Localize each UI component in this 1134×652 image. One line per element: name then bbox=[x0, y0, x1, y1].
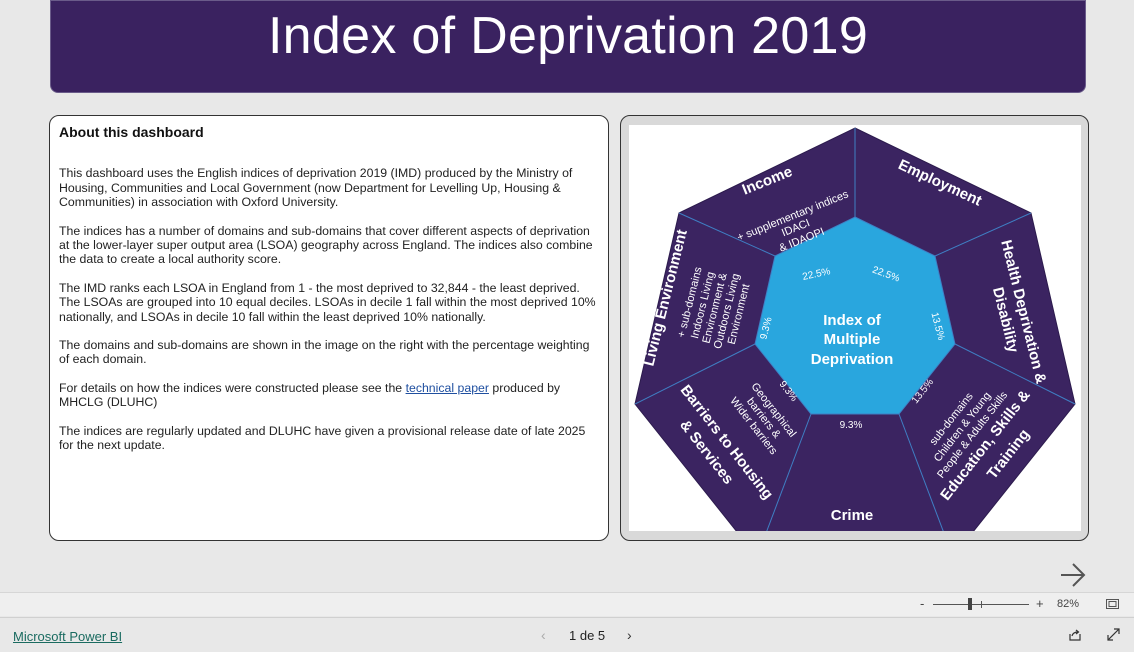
diagram-card: Index of Multiple Deprivation 22.5% 22.5… bbox=[620, 115, 1089, 541]
center-line-1: Index of bbox=[823, 312, 882, 329]
fullscreen-icon[interactable] bbox=[1107, 628, 1120, 641]
about-card: About this dashboard This dashboard uses… bbox=[49, 115, 609, 541]
page-indicator: 1 de 5 bbox=[569, 628, 606, 643]
zoom-slider-thumb[interactable] bbox=[968, 598, 972, 610]
about-paragraph-4: The domains and sub-domains are shown in… bbox=[59, 338, 590, 367]
fit-to-page-icon[interactable] bbox=[1106, 599, 1119, 609]
center-line-3: Deprivation bbox=[811, 351, 894, 368]
zoom-level: 82% bbox=[1057, 598, 1080, 610]
about-paragraph-2: The indices has a number of domains and … bbox=[59, 223, 593, 267]
technical-paper-link[interactable]: technical paper bbox=[406, 381, 489, 395]
center-line-2: Multiple bbox=[824, 331, 881, 348]
title-banner: Index of Deprivation 2019 bbox=[50, 0, 1086, 93]
zoom-out-button[interactable]: - bbox=[920, 596, 924, 611]
zoom-bar: - + 82% bbox=[0, 592, 1134, 616]
page-title: Index of Deprivation 2019 bbox=[267, 6, 869, 65]
imd-heptagon-diagram: Index of Multiple Deprivation 22.5% 22.5… bbox=[634, 127, 1076, 531]
weight-crime: 9.3% bbox=[840, 420, 863, 431]
zoom-slider-midmark bbox=[981, 601, 982, 608]
about-paragraph-3: The IMD ranks each LSOA in England from … bbox=[59, 280, 596, 324]
about-heading: About this dashboard bbox=[59, 124, 204, 140]
about-paragraph-5: For details on how the indices were cons… bbox=[59, 381, 600, 410]
powerbi-brand-link[interactable]: Microsoft Power BI bbox=[13, 629, 122, 644]
zoom-in-button[interactable]: + bbox=[1036, 596, 1044, 611]
next-page-chevron-icon[interactable]: › bbox=[627, 627, 632, 643]
previous-page-chevron-icon[interactable]: ‹ bbox=[541, 627, 546, 643]
about-p5-before: For details on how the indices were cons… bbox=[59, 380, 406, 395]
domain-crime: Crime bbox=[831, 507, 874, 524]
about-paragraph-1: This dashboard uses the English indices … bbox=[59, 166, 573, 210]
share-icon[interactable] bbox=[1068, 628, 1082, 642]
next-page-arrow-icon[interactable] bbox=[1058, 560, 1088, 590]
footer-bar: Microsoft Power BI ‹ 1 de 5 › bbox=[0, 617, 1134, 652]
diagram-image: Index of Multiple Deprivation 22.5% 22.5… bbox=[629, 125, 1081, 531]
about-paragraph-6: The indices are regularly updated and DL… bbox=[59, 423, 586, 453]
